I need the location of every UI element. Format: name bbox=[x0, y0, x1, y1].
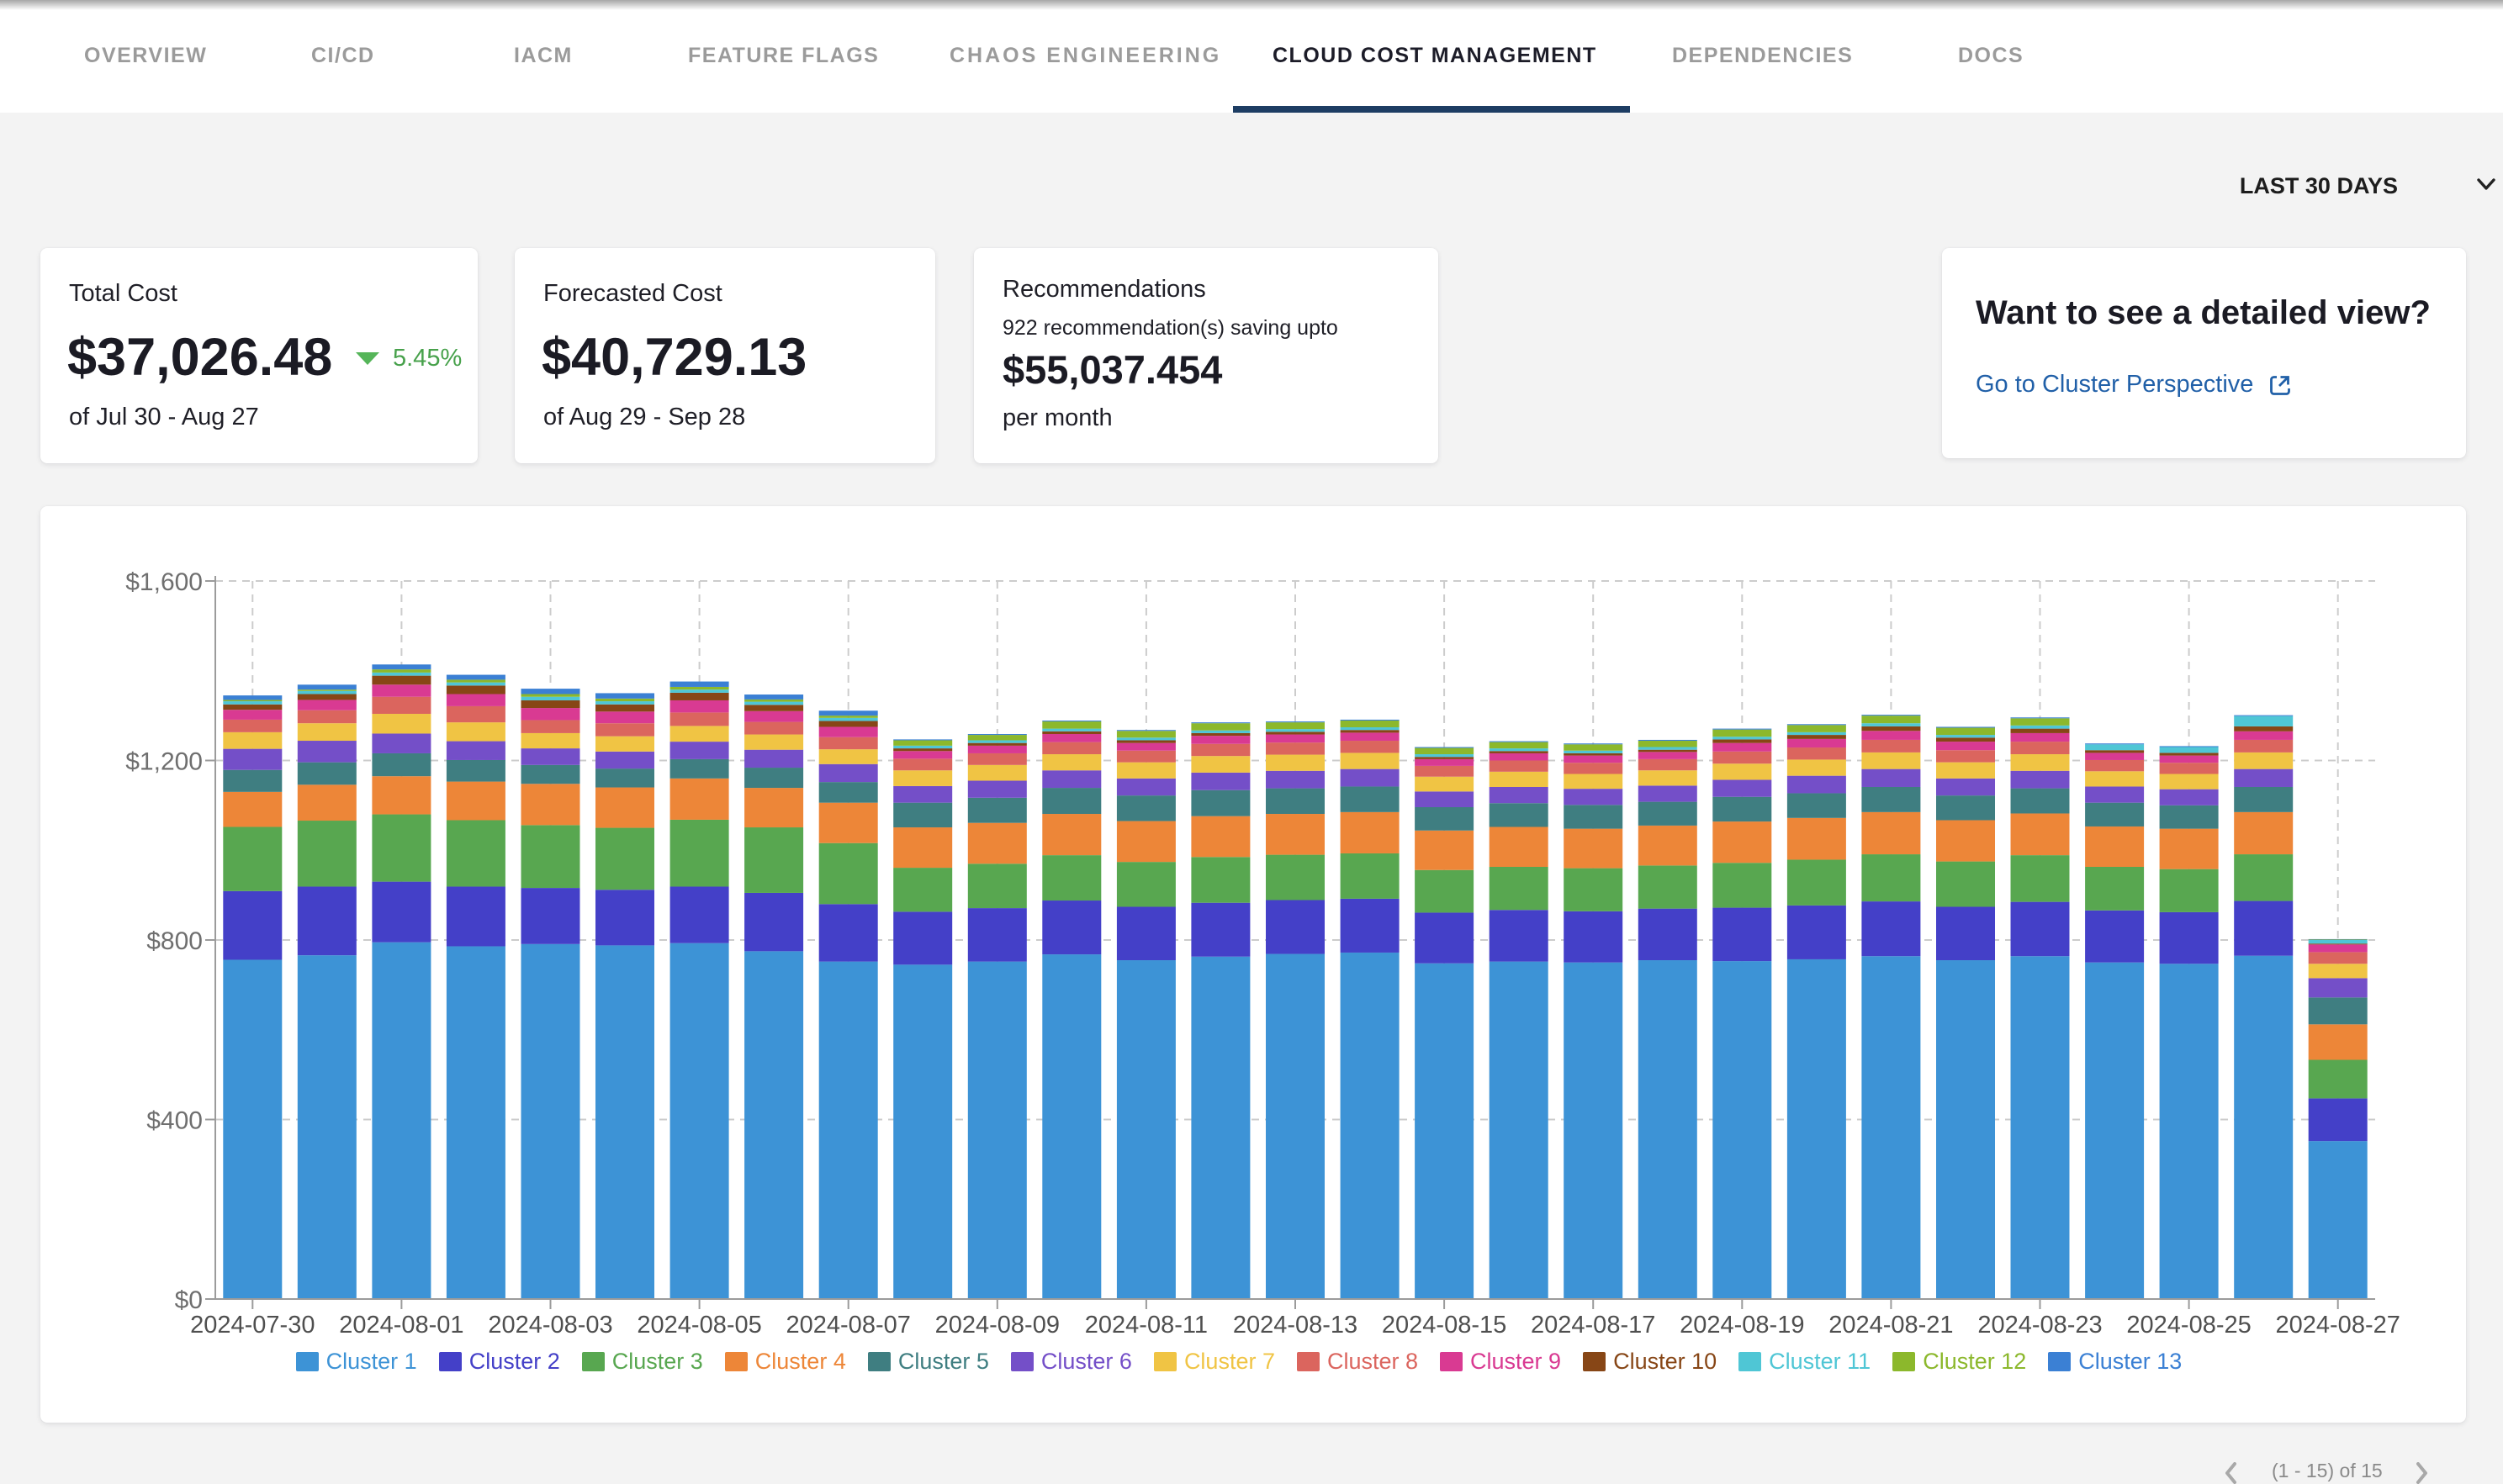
svg-text:$0: $0 bbox=[175, 1286, 203, 1314]
svg-text:2024-08-19: 2024-08-19 bbox=[1680, 1312, 1804, 1339]
svg-text:$1,200: $1,200 bbox=[125, 748, 203, 776]
svg-text:2024-07-30: 2024-07-30 bbox=[190, 1312, 315, 1339]
svg-text:2024-08-25: 2024-08-25 bbox=[2126, 1312, 2251, 1339]
svg-text:2024-08-15: 2024-08-15 bbox=[1382, 1312, 1506, 1339]
svg-text:2024-08-09: 2024-08-09 bbox=[935, 1312, 1060, 1339]
svg-text:2024-08-11: 2024-08-11 bbox=[1085, 1312, 1208, 1339]
svg-text:2024-08-05: 2024-08-05 bbox=[637, 1312, 761, 1339]
svg-text:2024-08-07: 2024-08-07 bbox=[786, 1312, 911, 1339]
svg-text:$400: $400 bbox=[146, 1107, 203, 1135]
svg-text:2024-08-03: 2024-08-03 bbox=[488, 1312, 612, 1339]
svg-text:2024-08-01: 2024-08-01 bbox=[339, 1312, 463, 1339]
svg-text:$1,600: $1,600 bbox=[125, 568, 203, 596]
svg-text:2024-08-13: 2024-08-13 bbox=[1233, 1312, 1357, 1339]
svg-text:2024-08-23: 2024-08-23 bbox=[1977, 1312, 2102, 1339]
svg-text:2024-08-17: 2024-08-17 bbox=[1531, 1312, 1655, 1339]
svg-text:2024-08-27: 2024-08-27 bbox=[2276, 1312, 2400, 1339]
svg-text:$800: $800 bbox=[146, 927, 203, 955]
svg-text:2024-08-21: 2024-08-21 bbox=[1828, 1312, 1953, 1339]
